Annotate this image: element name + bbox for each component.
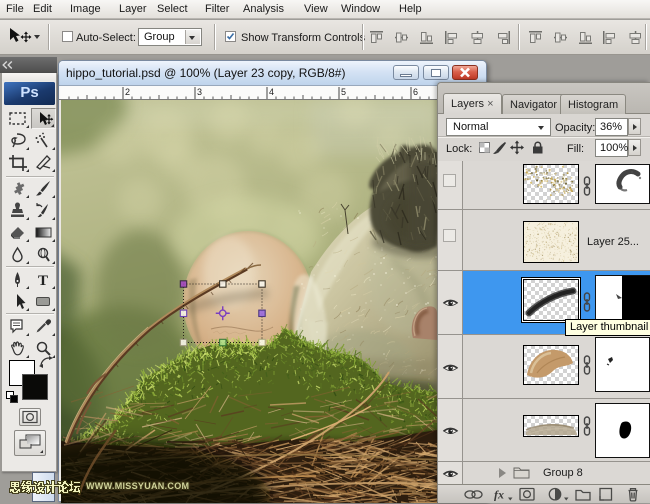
- svg-text:3: 3: [197, 87, 202, 97]
- svg-text:4: 4: [269, 87, 274, 97]
- svg-text:fx: fx: [494, 488, 504, 502]
- svg-text:6: 6: [413, 87, 418, 97]
- svg-text:T: T: [38, 273, 48, 288]
- svg-text:5: 5: [341, 87, 346, 97]
- svg-text:2: 2: [125, 87, 130, 97]
